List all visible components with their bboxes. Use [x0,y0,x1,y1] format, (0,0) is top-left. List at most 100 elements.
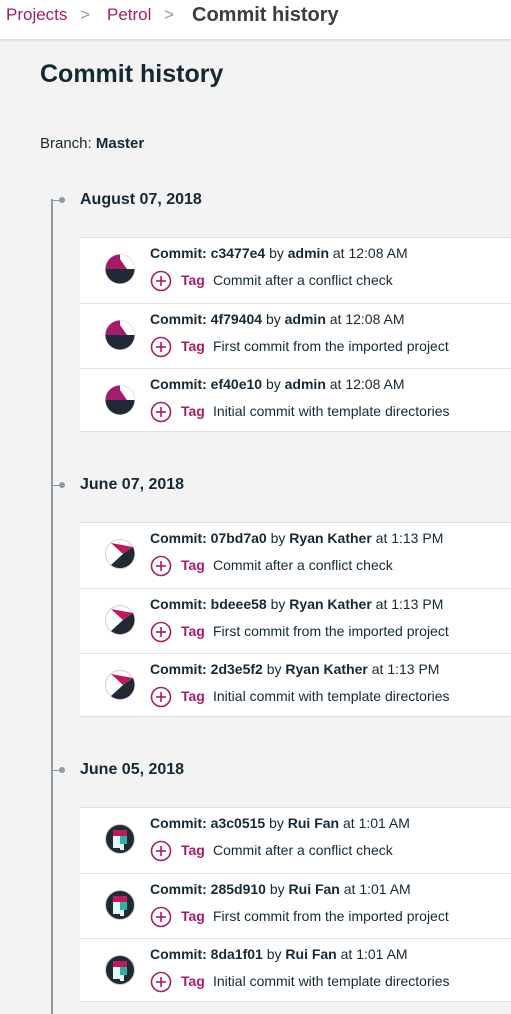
author-avatar [105,955,135,985]
commit-hash[interactable]: c3477e4 [211,245,266,261]
breadcrumb-projects-link[interactable]: Projects [6,5,67,25]
commit-prefix: Commit: [150,661,207,677]
tag-label[interactable]: Tag [181,623,205,639]
commit-time: at 1:01 AM [343,881,411,897]
commit-time: at 1:13 PM [371,661,440,677]
group-date: June 05, 2018 [80,761,185,778]
commit-by: by [270,530,286,546]
commit-hash[interactable]: 4f79404 [211,311,262,327]
commit-hash[interactable]: a3c0515 [211,815,266,831]
timeline-line [51,199,53,1014]
commit-hash[interactable]: 07bd7a0 [211,530,267,546]
commit-message: First commit from the imported project [213,908,449,924]
commit-summary: Commit: 8da1f01 by Rui Fan at 1:01 AM [150,946,408,962]
commit-author: admin [284,311,326,327]
commit-by: by [266,661,282,677]
commit-hash[interactable]: 285d910 [211,881,266,897]
add-tag-icon[interactable] [150,401,172,423]
commit-by: by [265,311,281,327]
commit-message: First commit from the imported project [213,623,449,639]
tag-label[interactable]: Tag [181,557,205,573]
page-title: Commit history [40,60,224,88]
commit-author: Ryan Kather [289,530,372,546]
commit-summary: Commit: c3477e4 by admin at 12:08 AM [150,245,408,261]
commit-message: Commit after a conflict check [213,842,393,858]
author-avatar [105,320,135,350]
add-tag-icon[interactable] [150,840,172,862]
commit-message: First commit from the imported project [213,338,449,354]
author-avatar [105,539,135,569]
author-avatar [105,385,135,415]
commit-group: Commit: 07bd7a0 by Ryan Kather at 1:13 P… [80,522,511,717]
tag-label[interactable]: Tag [181,908,205,924]
timeline-dot [59,767,65,773]
commit-prefix: Commit: [150,530,207,546]
commit-author: Rui Fan [287,815,340,831]
commit-time: at 12:08 AM [329,376,405,392]
commit-message: Commit after a conflict check [213,272,393,288]
commit-prefix: Commit: [150,946,207,962]
tag-label[interactable]: Tag [181,842,205,858]
commit-message: Initial commit with template directories [213,688,450,704]
tag-label[interactable]: Tag [181,973,205,989]
tag-label[interactable]: Tag [181,338,205,354]
commit-hash[interactable]: 2d3e5f2 [211,661,263,677]
commit-group: Commit: c3477e4 by admin at 12:08 AM Tag… [80,237,511,432]
commit-by: by [270,596,286,612]
commit-time: at 12:08 AM [329,311,405,327]
author-avatar [105,824,135,854]
commit-summary: Commit: 4f79404 by admin at 12:08 AM [150,311,404,327]
commit-time: at 1:01 AM [340,946,408,962]
add-tag-icon[interactable] [150,686,172,708]
commit-hash[interactable]: 8da1f01 [211,946,263,962]
tag-label[interactable]: Tag [181,688,205,704]
commit-prefix: Commit: [150,376,207,392]
add-tag-icon[interactable] [150,555,172,577]
commit-row[interactable]: Commit: 07bd7a0 by Ryan Kather at 1:13 P… [80,523,511,588]
commit-time: at 1:13 PM [375,596,444,612]
commit-hash[interactable]: ef40e10 [211,376,262,392]
commit-message: Initial commit with template directories [213,403,450,419]
commit-row[interactable]: Commit: a3c0515 by Rui Fan at 1:01 AM Ta… [80,808,511,873]
timeline-dot [59,482,65,488]
commit-summary: Commit: 285d910 by Rui Fan at 1:01 AM [150,881,411,897]
author-avatar [105,670,135,700]
breadcrumb-petrol-link[interactable]: Petrol [107,5,151,25]
add-tag-icon[interactable] [150,621,172,643]
tag-label[interactable]: Tag [181,403,205,419]
commit-time: at 12:08 AM [332,245,408,261]
add-tag-icon[interactable] [150,971,172,993]
commit-row[interactable]: Commit: c3477e4 by admin at 12:08 AM Tag… [80,238,511,303]
commit-prefix: Commit: [150,815,207,831]
commit-summary: Commit: 2d3e5f2 by Ryan Kather at 1:13 P… [150,661,439,677]
add-tag-icon[interactable] [150,270,172,292]
commit-message: Initial commit with template directories [213,973,450,989]
commit-row[interactable]: Commit: 4f79404 by admin at 12:08 AM Tag… [80,303,511,368]
commit-by: by [269,815,284,831]
group-date: August 07, 2018 [80,191,202,208]
add-tag-icon[interactable] [150,906,172,928]
commit-by: by [266,946,282,962]
commit-author: Rui Fan [288,881,340,897]
commit-message: Commit after a conflict check [213,557,393,573]
commit-prefix: Commit: [150,596,207,612]
breadcrumb-separator-icon: > [164,5,174,24]
commit-summary: Commit: a3c0515 by Rui Fan at 1:01 AM [150,815,410,831]
branch-value: Master [95,135,145,152]
commit-author: Ryan Kather [285,661,368,677]
commit-prefix: Commit: [150,881,207,897]
commit-prefix: Commit: [150,311,207,327]
commit-group: Commit: a3c0515 by Rui Fan at 1:01 AM Ta… [80,807,511,1002]
tag-label[interactable]: Tag [181,272,205,288]
add-tag-icon[interactable] [150,336,172,358]
commit-row[interactable]: Commit: ef40e10 by admin at 12:08 AM Tag… [80,368,511,433]
commit-summary: Commit: ef40e10 by admin at 12:08 AM [150,376,404,392]
commit-author: Rui Fan [285,946,337,962]
commit-row[interactable]: Commit: 2d3e5f2 by Ryan Kather at 1:13 P… [80,653,511,718]
commit-hash[interactable]: bdeee58 [211,596,267,612]
commit-row[interactable]: Commit: 8da1f01 by Rui Fan at 1:01 AM Ta… [80,938,511,1003]
commit-row[interactable]: Commit: 285d910 by Rui Fan at 1:01 AM Ta… [80,873,511,938]
commit-summary: Commit: 07bd7a0 by Ryan Kather at 1:13 P… [150,530,443,546]
author-avatar [105,890,135,920]
commit-row[interactable]: Commit: bdeee58 by Ryan Kather at 1:13 P… [80,588,511,653]
